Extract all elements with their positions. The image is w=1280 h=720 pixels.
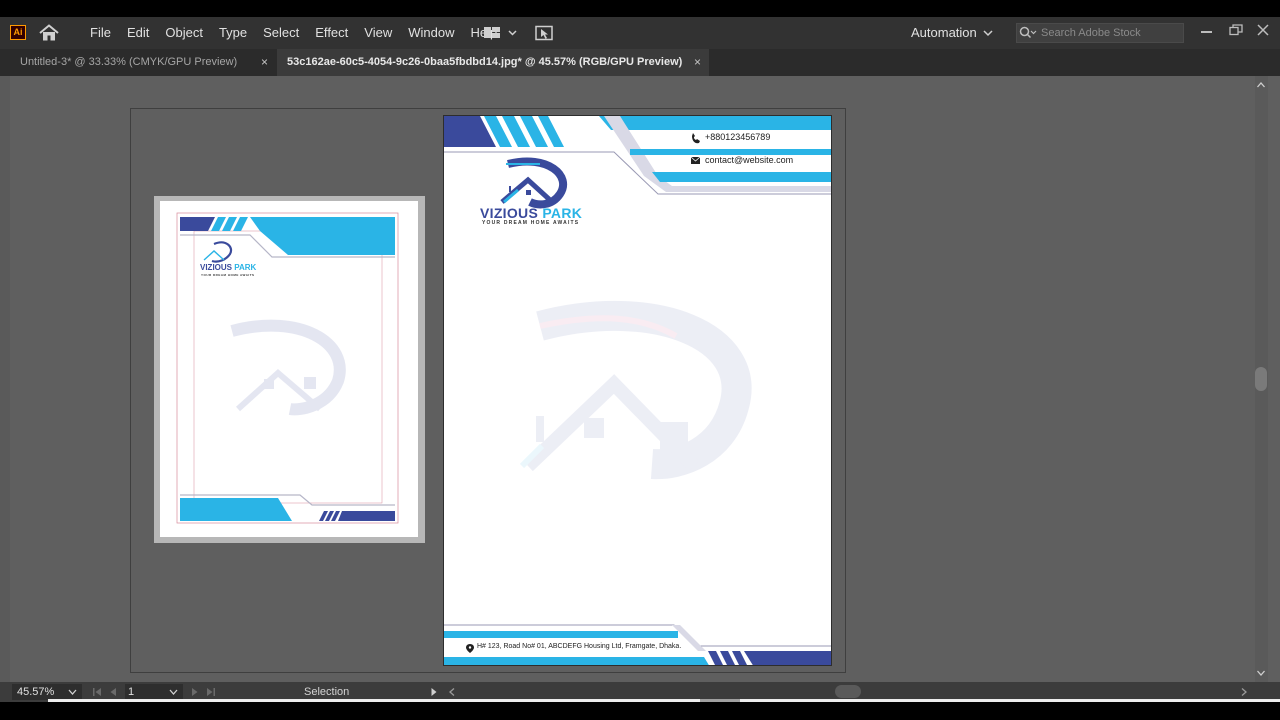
menu-object[interactable]: Object <box>157 17 211 49</box>
status-menu-arrow-icon[interactable] <box>430 687 438 697</box>
letterhead-graphic <box>444 116 831 665</box>
horizontal-scroll-thumb[interactable] <box>835 685 861 698</box>
chevron-down-icon[interactable] <box>983 29 993 37</box>
thumbnail-letterhead[interactable]: VIZIOUS PARK YOUR DREAM HOME AWAITS <box>160 201 418 537</box>
first-artboard-icon[interactable] <box>92 687 102 697</box>
workspace-switcher-icon[interactable] <box>483 25 517 41</box>
menu-view[interactable]: View <box>356 17 400 49</box>
letterhead-phone: +880123456789 <box>705 132 771 142</box>
automation-menu[interactable]: Automation <box>911 17 977 49</box>
brand-word-2: PARK <box>234 263 257 272</box>
last-artboard-icon[interactable] <box>206 687 216 697</box>
left-gutter <box>0 76 10 682</box>
brand-word-2: PARK <box>542 205 583 221</box>
menu-items: File Edit Object Type Select Effect View… <box>82 17 505 49</box>
close-tab-icon[interactable]: × <box>261 49 268 76</box>
menu-select[interactable]: Select <box>255 17 307 49</box>
tab-untitled-3[interactable]: Untitled-3* @ 33.33% (CMYK/GPU Preview) <box>10 49 276 76</box>
chevron-down-icon[interactable] <box>68 689 77 695</box>
thumbnail-graphic <box>176 212 399 524</box>
previous-artboard-icon[interactable] <box>108 687 118 697</box>
vertical-scroll-thumb[interactable] <box>1255 367 1267 391</box>
menu-file[interactable]: File <box>82 17 119 49</box>
search-stock-input[interactable]: Search Adobe Stock <box>1016 23 1184 43</box>
scroll-down-icon[interactable] <box>1256 668 1266 678</box>
tab-label: Untitled-3* @ 33.33% (CMYK/GPU Preview) <box>20 56 238 68</box>
menu-edit[interactable]: Edit <box>119 17 157 49</box>
chevron-down-icon[interactable] <box>169 689 178 695</box>
restore-icon[interactable] <box>1229 24 1243 36</box>
brand-word-1: VIZIOUS <box>200 263 233 272</box>
minimize-icon[interactable] <box>1201 31 1212 33</box>
menu-window[interactable]: Window <box>400 17 462 49</box>
status-bar: 45.57% 1 Selection <box>0 682 1280 702</box>
menu-type[interactable]: Type <box>211 17 255 49</box>
mail-icon <box>690 156 701 164</box>
brand-word-1: VIZIOUS <box>480 205 539 221</box>
thumbnail-brand-name: VIZIOUS PARK <box>200 263 256 272</box>
close-window-icon[interactable] <box>1256 23 1270 37</box>
letterhead-address: H# 123, Road No# 01, ABCDEFG Housing Ltd… <box>477 643 682 650</box>
location-pin-icon <box>466 644 474 653</box>
thumbnail-tagline: YOUR DREAM HOME AWAITS <box>201 273 255 277</box>
scroll-right-icon[interactable] <box>1240 687 1248 697</box>
phone-icon <box>692 133 700 144</box>
app-logo-icon: Ai <box>10 25 26 40</box>
menu-bar: Ai File Edit Object Type Select Effect V… <box>0 17 1280 49</box>
next-artboard-icon[interactable] <box>190 687 200 697</box>
letterbox-bottom <box>0 702 1280 720</box>
scroll-up-icon[interactable] <box>1256 80 1266 90</box>
tab-letterhead-jpg[interactable]: 53c162ae-60c5-4054-9c26-0baa5fbdbd14.jpg… <box>277 49 709 76</box>
letterhead-page[interactable]: +880123456789 contact@website.com VIZIOU… <box>443 115 832 666</box>
letterhead-email: contact@website.com <box>705 155 794 165</box>
home-icon[interactable] <box>38 24 60 42</box>
arrange-documents-icon[interactable] <box>535 25 553 41</box>
close-tab-icon[interactable]: × <box>694 49 701 76</box>
document-tab-bar: Untitled-3* @ 33.33% (CMYK/GPU Preview) … <box>0 49 1280 76</box>
scroll-left-icon[interactable] <box>448 687 456 697</box>
illustrator-window: Ai File Edit Object Type Select Effect V… <box>0 0 1280 720</box>
letterhead-tagline: YOUR DREAM HOME AWAITS <box>482 220 580 226</box>
tab-label: 53c162ae-60c5-4054-9c26-0baa5fbdbd14.jpg… <box>287 56 683 68</box>
letterbox-top <box>0 0 1280 17</box>
letterhead-brand-name: VIZIOUS PARK <box>480 205 582 221</box>
search-icon <box>1019 26 1037 39</box>
menu-effect[interactable]: Effect <box>307 17 356 49</box>
